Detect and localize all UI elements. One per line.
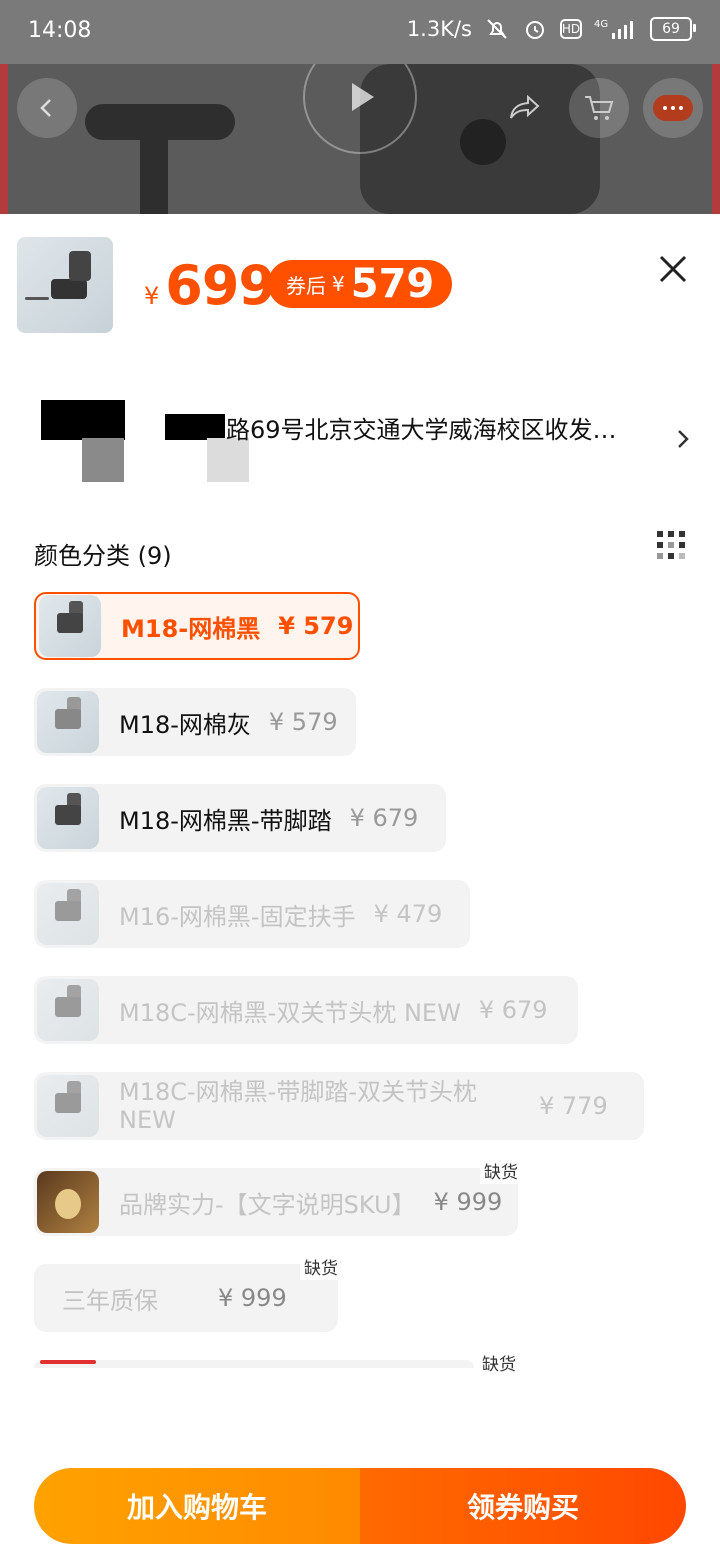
coupon-price-badge: 券后 ¥ 579: [268, 260, 453, 308]
section-title: 颜色分类 (9): [34, 542, 172, 570]
cart-icon: [585, 96, 614, 120]
net-speed: 1.3K/s: [406, 17, 472, 41]
sku-selection-sheet: ¥ 699 券后 ¥ 579 路69号北京交通大学威海校区收发… 颜色分类 (9…: [0, 214, 720, 1560]
out-of-stock-tag: 缺货: [478, 1349, 520, 1376]
alarm-icon: [522, 16, 548, 42]
add-to-cart-button[interactable]: 加入购物车: [34, 1468, 360, 1544]
coupon-label: 券后: [286, 273, 326, 298]
product-media-header: [0, 64, 720, 214]
sku-name: M18C-网棉黑-带脚踏-双关节头枕 NEW: [119, 1078, 477, 1134]
sku-price: ¥ 679: [478, 996, 548, 1024]
redaction-mask: [41, 400, 125, 440]
coupon-currency: ¥: [332, 272, 345, 296]
sku-price: ¥ 579: [268, 708, 338, 736]
sku-option-unavailable[interactable]: M18C-网棉黑-双关节头枕 NEW ¥ 679: [34, 976, 578, 1044]
sku-option-unavailable[interactable]: M16-网棉黑-固定扶手 ¥ 479: [34, 880, 470, 948]
selected-product-thumbnail[interactable]: [17, 237, 113, 333]
signal-icon: 4G: [594, 16, 638, 42]
address-text: 路69号北京交通大学威海校区收发…: [226, 416, 617, 444]
redaction-mask-2: [165, 414, 225, 440]
action-bar: 加入购物车 领券购买: [34, 1468, 686, 1544]
sku-price: ¥ 679: [349, 804, 419, 832]
svg-text:4G: 4G: [594, 19, 608, 30]
sku-name: M18-网棉黑: [121, 614, 261, 643]
status-time: 14:08: [28, 18, 92, 43]
sku-thumbnail: [37, 1075, 99, 1137]
grid-view-toggle[interactable]: [656, 530, 686, 564]
battery-icon: 69: [650, 17, 696, 41]
sku-name: M16-网棉黑-固定扶手: [119, 902, 356, 931]
sku-price: ¥ 479: [373, 900, 443, 928]
sku-name: M18-网棉黑-带脚踏: [119, 806, 332, 835]
sku-option[interactable]: M18-网棉灰 ¥ 579: [34, 688, 356, 756]
more-button[interactable]: [643, 78, 703, 138]
sku-price: ¥ 999: [218, 1284, 287, 1312]
sku-option-partial[interactable]: [34, 1360, 474, 1368]
sku-thumbnail: [37, 1171, 99, 1233]
grid-icon: [657, 531, 685, 559]
back-button[interactable]: [17, 78, 77, 138]
sku-thumbnail: [37, 979, 99, 1041]
hd-icon: HD: [560, 19, 582, 39]
price-currency: ¥: [144, 282, 160, 310]
close-button[interactable]: [656, 252, 690, 290]
sku-price: ¥ 779: [539, 1092, 608, 1120]
mute-bell-icon: [484, 16, 510, 42]
price-value: 699: [165, 254, 276, 317]
coupon-buy-button[interactable]: 领券购买: [360, 1468, 686, 1544]
out-of-stock-tag: 缺货: [300, 1253, 342, 1280]
price-block: ¥ 699: [144, 254, 276, 317]
sku-thumbnail: [37, 883, 99, 945]
share-icon: [510, 94, 540, 119]
back-icon: [40, 99, 51, 117]
coupon-price: 579: [350, 261, 435, 307]
redaction-mask-grey: [82, 438, 124, 482]
more-icon: [653, 95, 693, 121]
address-row[interactable]: 路69号北京交通大学威海校区收发…: [0, 394, 720, 484]
share-button[interactable]: [495, 78, 555, 138]
close-icon: [659, 255, 687, 283]
sku-thumbnail: [37, 691, 99, 753]
sku-name: 品牌实力-【文字说明SKU】: [119, 1190, 416, 1219]
sku-name: M18-网棉灰: [119, 710, 251, 739]
sku-option-unavailable[interactable]: M18C-网棉黑-带脚踏-双关节头枕 NEW ¥ 779: [34, 1072, 644, 1140]
sku-option-unavailable[interactable]: 品牌实力-【文字说明SKU】 ¥ 999: [34, 1168, 518, 1236]
sku-option-unavailable[interactable]: 三年质保 ¥ 999: [34, 1264, 338, 1332]
out-of-stock-tag: 缺货: [480, 1157, 522, 1184]
play-icon: [352, 83, 374, 111]
cart-button[interactable]: [569, 78, 629, 138]
sku-thumbnail: [37, 787, 99, 849]
sku-thumbnail-partial: [40, 1360, 96, 1364]
sku-thumbnail: [39, 595, 101, 657]
sku-option[interactable]: M18-网棉黑-带脚踏 ¥ 679: [34, 784, 446, 852]
status-bar: 14:08 1.3K/s HD 4G 69: [0, 0, 720, 64]
sku-name: 三年质保: [62, 1286, 158, 1315]
chevron-right-icon: [678, 430, 689, 448]
sku-option[interactable]: M18-网棉黑 ¥ 579: [34, 592, 360, 660]
sku-name: M18C-网棉黑-双关节头枕 NEW: [119, 998, 461, 1027]
sku-price: ¥ 579: [278, 612, 354, 640]
sku-price: ¥ 999: [433, 1188, 503, 1216]
status-icons: 1.3K/s HD 4G 69: [406, 16, 696, 42]
